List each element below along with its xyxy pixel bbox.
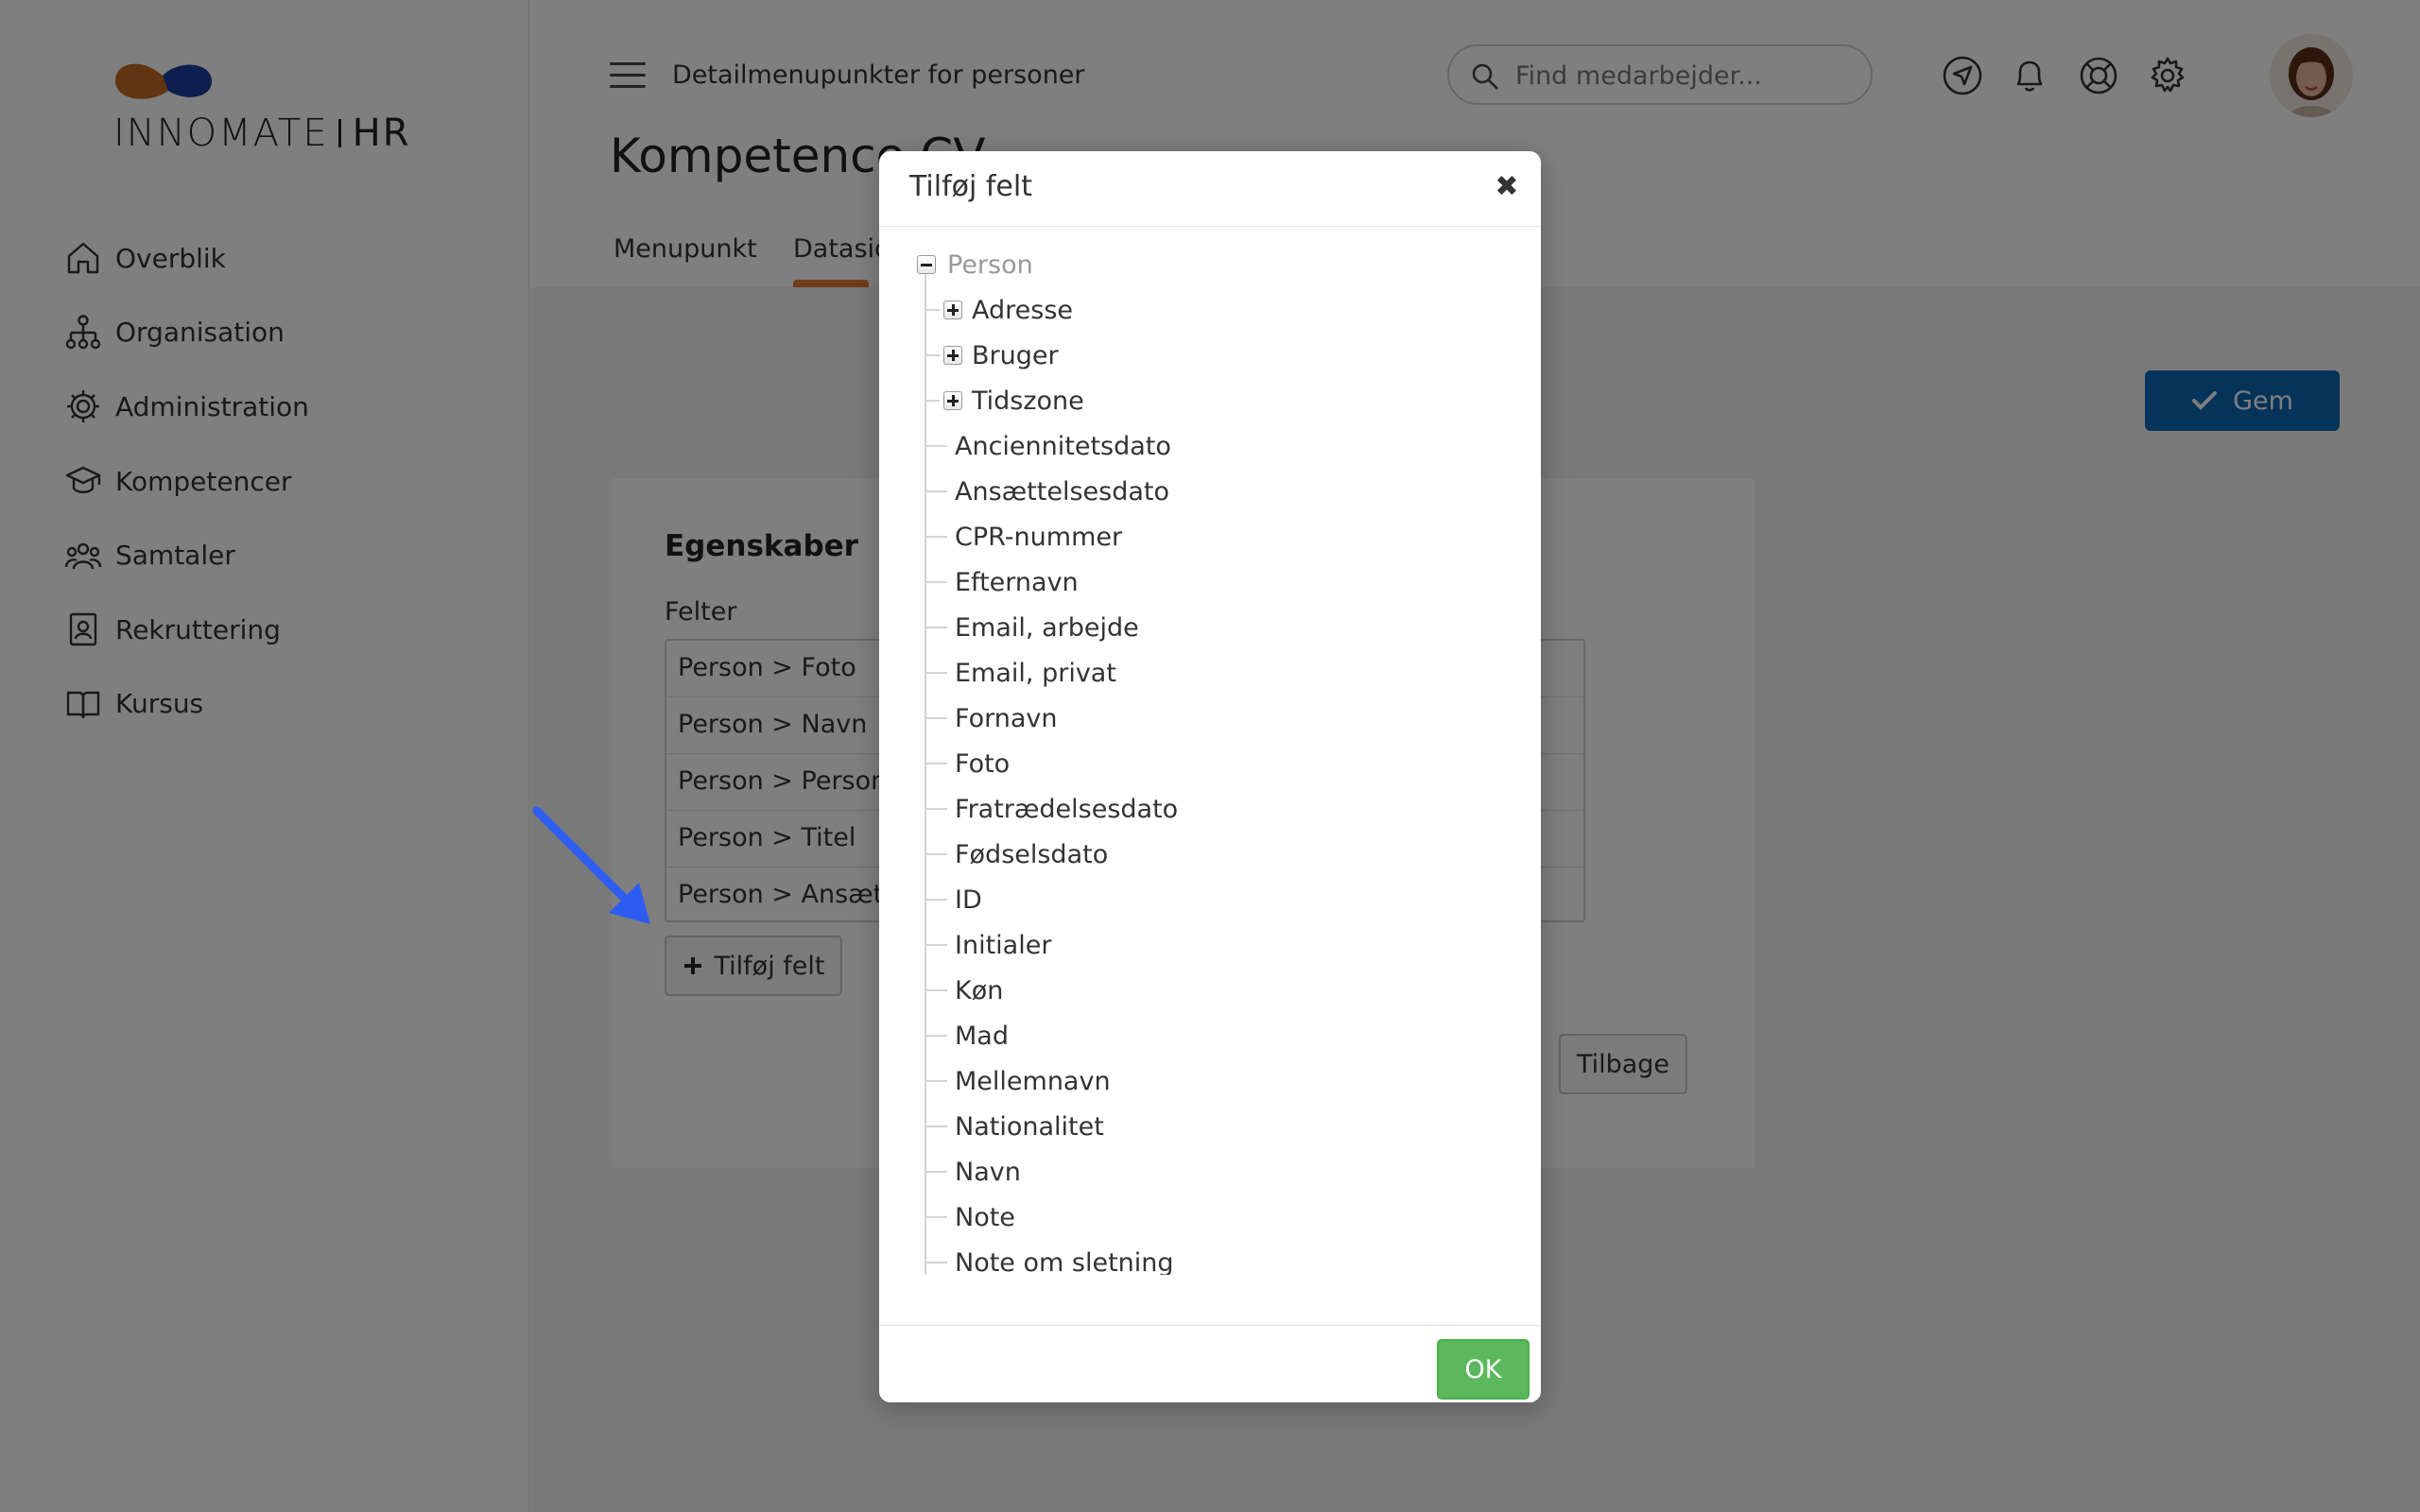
tree-leaf-item[interactable]: Fødselsdato — [926, 838, 1108, 870]
tree-leaf-label: Fratrædelsesdato — [955, 794, 1179, 824]
tree-node-label: Bruger — [972, 340, 1059, 370]
add-field-dialog: Tilføj felt ✖ Person Adresse Bruger Tids… — [879, 151, 1541, 1402]
tree-node-bruger[interactable]: Bruger — [926, 339, 1059, 371]
tree-leaf-item[interactable]: Mad — [926, 1020, 1009, 1052]
tree-leaf-label: Email, arbejde — [955, 612, 1139, 643]
tree-root-person[interactable]: Person — [917, 249, 1033, 281]
tree-node-label: Adresse — [972, 295, 1073, 325]
tree-leaf-label: CPR-nummer — [955, 522, 1123, 552]
tree-leaf-item[interactable]: Mellemnavn — [926, 1065, 1111, 1097]
tree-leaf-label: Initialer — [955, 930, 1052, 960]
tree-leaf-item[interactable]: Køn — [926, 974, 1003, 1006]
tree-leaf-label: Fornavn — [955, 703, 1058, 733]
tree-leaf-item[interactable]: Fornavn — [926, 702, 1057, 734]
close-icon[interactable]: ✖ — [1490, 170, 1524, 204]
tree-leaf-item[interactable]: CPR-nummer — [926, 521, 1122, 553]
dialog-title: Tilføj felt — [909, 170, 1032, 203]
tree-node-tidszone[interactable]: Tidszone — [926, 385, 1084, 417]
tree-leaf-label: Ansættelsesdato — [955, 476, 1169, 507]
collapse-icon[interactable] — [917, 255, 936, 274]
tree-leaf-item[interactable]: Initialer — [926, 929, 1051, 961]
tree-leaf-label: Anciennitetsdato — [955, 431, 1171, 461]
tree-leaf-label: Navn — [955, 1157, 1021, 1187]
tree-node-label: Tidszone — [972, 386, 1084, 416]
dialog-footer: OK — [879, 1325, 1541, 1402]
tree-leaf-item[interactable]: Note — [926, 1201, 1015, 1233]
tree-leaf-label: ID — [955, 885, 982, 915]
dialog-header: Tilføj felt ✖ — [879, 151, 1541, 227]
tree-node-adresse[interactable]: Adresse — [926, 294, 1073, 326]
tree-leaf-item[interactable]: Ansættelsesdato — [926, 475, 1169, 507]
tree-leaf-label: Note — [955, 1202, 1015, 1232]
expand-icon[interactable] — [943, 346, 962, 365]
tree-leaf-label: Efternavn — [955, 567, 1079, 597]
tree-leaf-label: Email, privat — [955, 658, 1116, 688]
tree-leaf-item[interactable]: Note om sletning — [926, 1246, 1174, 1275]
tree-leaf-label: Nationalitet — [955, 1111, 1104, 1142]
tree-leaf-item[interactable]: Email, arbejde — [926, 611, 1139, 644]
field-tree: Person Adresse Bruger Tidszone Anciennit… — [879, 228, 1541, 1275]
tree-leaf-label: Køn — [955, 975, 1004, 1005]
tree-leaf-item[interactable]: Foto — [926, 747, 1010, 780]
tree-leaf-item[interactable]: Fratrædelsesdato — [926, 793, 1178, 825]
tree-leaf-item[interactable]: Navn — [926, 1156, 1021, 1188]
tree-leaf-label: Foto — [955, 748, 1011, 779]
tree-leaf-label: Note om sletning — [955, 1247, 1174, 1276]
tree-leaf-label: Mad — [955, 1021, 1009, 1051]
tree-leaf-item[interactable]: Nationalitet — [926, 1110, 1104, 1143]
ok-button[interactable]: OK — [1437, 1339, 1530, 1400]
expand-icon[interactable] — [943, 391, 962, 410]
tree-leaf-item[interactable]: Email, privat — [926, 657, 1116, 689]
expand-icon[interactable] — [943, 301, 962, 319]
tree-leaf-label: Fødselsdato — [955, 839, 1109, 869]
tree-leaf-item[interactable]: Efternavn — [926, 566, 1079, 598]
annotation-arrow-icon — [532, 806, 650, 924]
tree-root-label: Person — [947, 249, 1033, 280]
tree-leaf-item[interactable]: Anciennitetsdato — [926, 430, 1171, 462]
tree-leaf-item[interactable]: ID — [926, 884, 982, 916]
tree-leaf-label: Mellemnavn — [955, 1066, 1111, 1096]
